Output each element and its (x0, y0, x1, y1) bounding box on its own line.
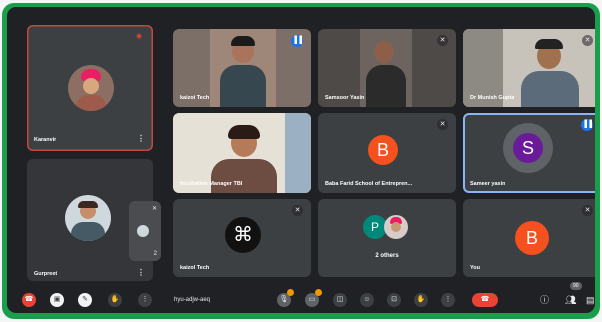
mini-avatar (137, 225, 149, 237)
participant-tile-sameer-yasin[interactable]: ▐▐ S Sameer yasin (463, 113, 595, 193)
meeting-code: hyu-adjw-aeq (174, 297, 211, 303)
self-mic-button[interactable]: ✎ (78, 293, 92, 307)
participant-avatar: B (368, 135, 398, 165)
participant-tile-incubation-manager[interactable]: Incubation Manager TBI (173, 113, 311, 193)
participant-tile-kaizoi-tech[interactable]: ▐▐ kaizoi Tech (173, 29, 311, 107)
more-options-icon[interactable]: ⋮ (137, 269, 145, 277)
people-icon[interactable]: 👥︎ (565, 294, 576, 306)
emoji-button[interactable]: ☺ (360, 293, 374, 307)
kaizol-logo-icon: ⌘ (225, 217, 261, 253)
audio-indicator-icon: ◉ (135, 33, 143, 40)
participant-tile-baba-farid[interactable]: ✕ B Baba Farid School of Entrepren... (318, 113, 456, 193)
people-count-badge: 90 (570, 282, 582, 290)
participant-name: 2 others (375, 253, 399, 259)
self-camera-button[interactable]: ▣ (50, 293, 64, 307)
chat-icon[interactable]: ▤ (586, 294, 595, 306)
participant-name: Gurpreet (34, 271, 58, 277)
participant-tile-two-others[interactable]: P 2 others (318, 199, 456, 277)
participant-name: Karanvir (34, 137, 57, 143)
participant-name: Dr Munish Gupta (470, 95, 515, 101)
participant-name: Sameer yasin (470, 181, 506, 187)
participant-name: Incubation Manager TBI (180, 181, 243, 187)
info-icon[interactable]: ⓘ (540, 294, 549, 306)
mic-off-icon: ✕ (582, 205, 593, 216)
participant-avatar (68, 65, 114, 111)
participant-tile-karanvir[interactable]: ◉ Karanvir ⋮ (27, 25, 153, 151)
meeting-screen: ◉ Karanvir ⋮ Gurpreet ⋮ ✕ 2 ▐▐ kaizoi Te… (7, 7, 595, 313)
participant-name: kaizoi Tech (180, 95, 210, 101)
mini-tile-count: 2 (153, 251, 157, 257)
camera-feed (210, 29, 276, 107)
participant-avatar (65, 195, 111, 241)
mic-off-icon: ✕ (151, 206, 157, 212)
participant-tile-dr-munish-gupta[interactable]: ✕ Dr Munish Gupta (463, 29, 595, 107)
self-more-button[interactable]: ⋮ (138, 293, 152, 307)
more-options-icon[interactable]: ⋮ (137, 135, 145, 143)
speaking-indicator-icon: ▐▐ (291, 35, 303, 47)
present-button[interactable]: ⊡ (387, 293, 401, 307)
participant-avatar: S (513, 133, 543, 163)
participant-name: kaizol Tech (180, 265, 210, 271)
participant-avatar-photo (384, 215, 408, 239)
participant-name: Samsoor Yasin (325, 95, 365, 101)
participant-name: You (470, 265, 480, 271)
speaking-indicator-icon: ▐▐ (581, 119, 593, 131)
participant-avatar: B (515, 221, 549, 255)
self-end-call-button[interactable]: ☎ (22, 293, 36, 307)
overflow-mini-tile[interactable]: ✕ 2 (129, 201, 161, 261)
mic-warning-badge (287, 289, 294, 296)
participant-tile-you[interactable]: ✕ B You (463, 199, 595, 277)
app-frame: ◉ Karanvir ⋮ Gurpreet ⋮ ✕ 2 ▐▐ kaizoi Te… (2, 3, 600, 319)
self-hand-button[interactable]: ✋ (108, 293, 122, 307)
mic-off-icon: ✕ (582, 35, 593, 46)
participant-tile-samsoor-yasin[interactable]: ✕ Samsoor Yasin (318, 29, 456, 107)
leave-call-button[interactable]: ☎ (472, 293, 498, 307)
raise-hand-button[interactable]: ✋ (414, 293, 428, 307)
mic-off-icon: ✕ (437, 35, 448, 46)
mic-off-icon: ✕ (292, 205, 303, 216)
more-options-button[interactable]: ⋮ (441, 293, 455, 307)
participant-tile-kaizol-tech[interactable]: ✕ ⌘ kaizol Tech (173, 199, 311, 277)
captions-button[interactable]: ◫ (333, 293, 347, 307)
participant-name: Baba Farid School of Entrepren... (325, 181, 413, 187)
camera-feed (360, 29, 412, 107)
camera-warning-badge (315, 289, 322, 296)
mic-off-icon: ✕ (437, 119, 448, 130)
